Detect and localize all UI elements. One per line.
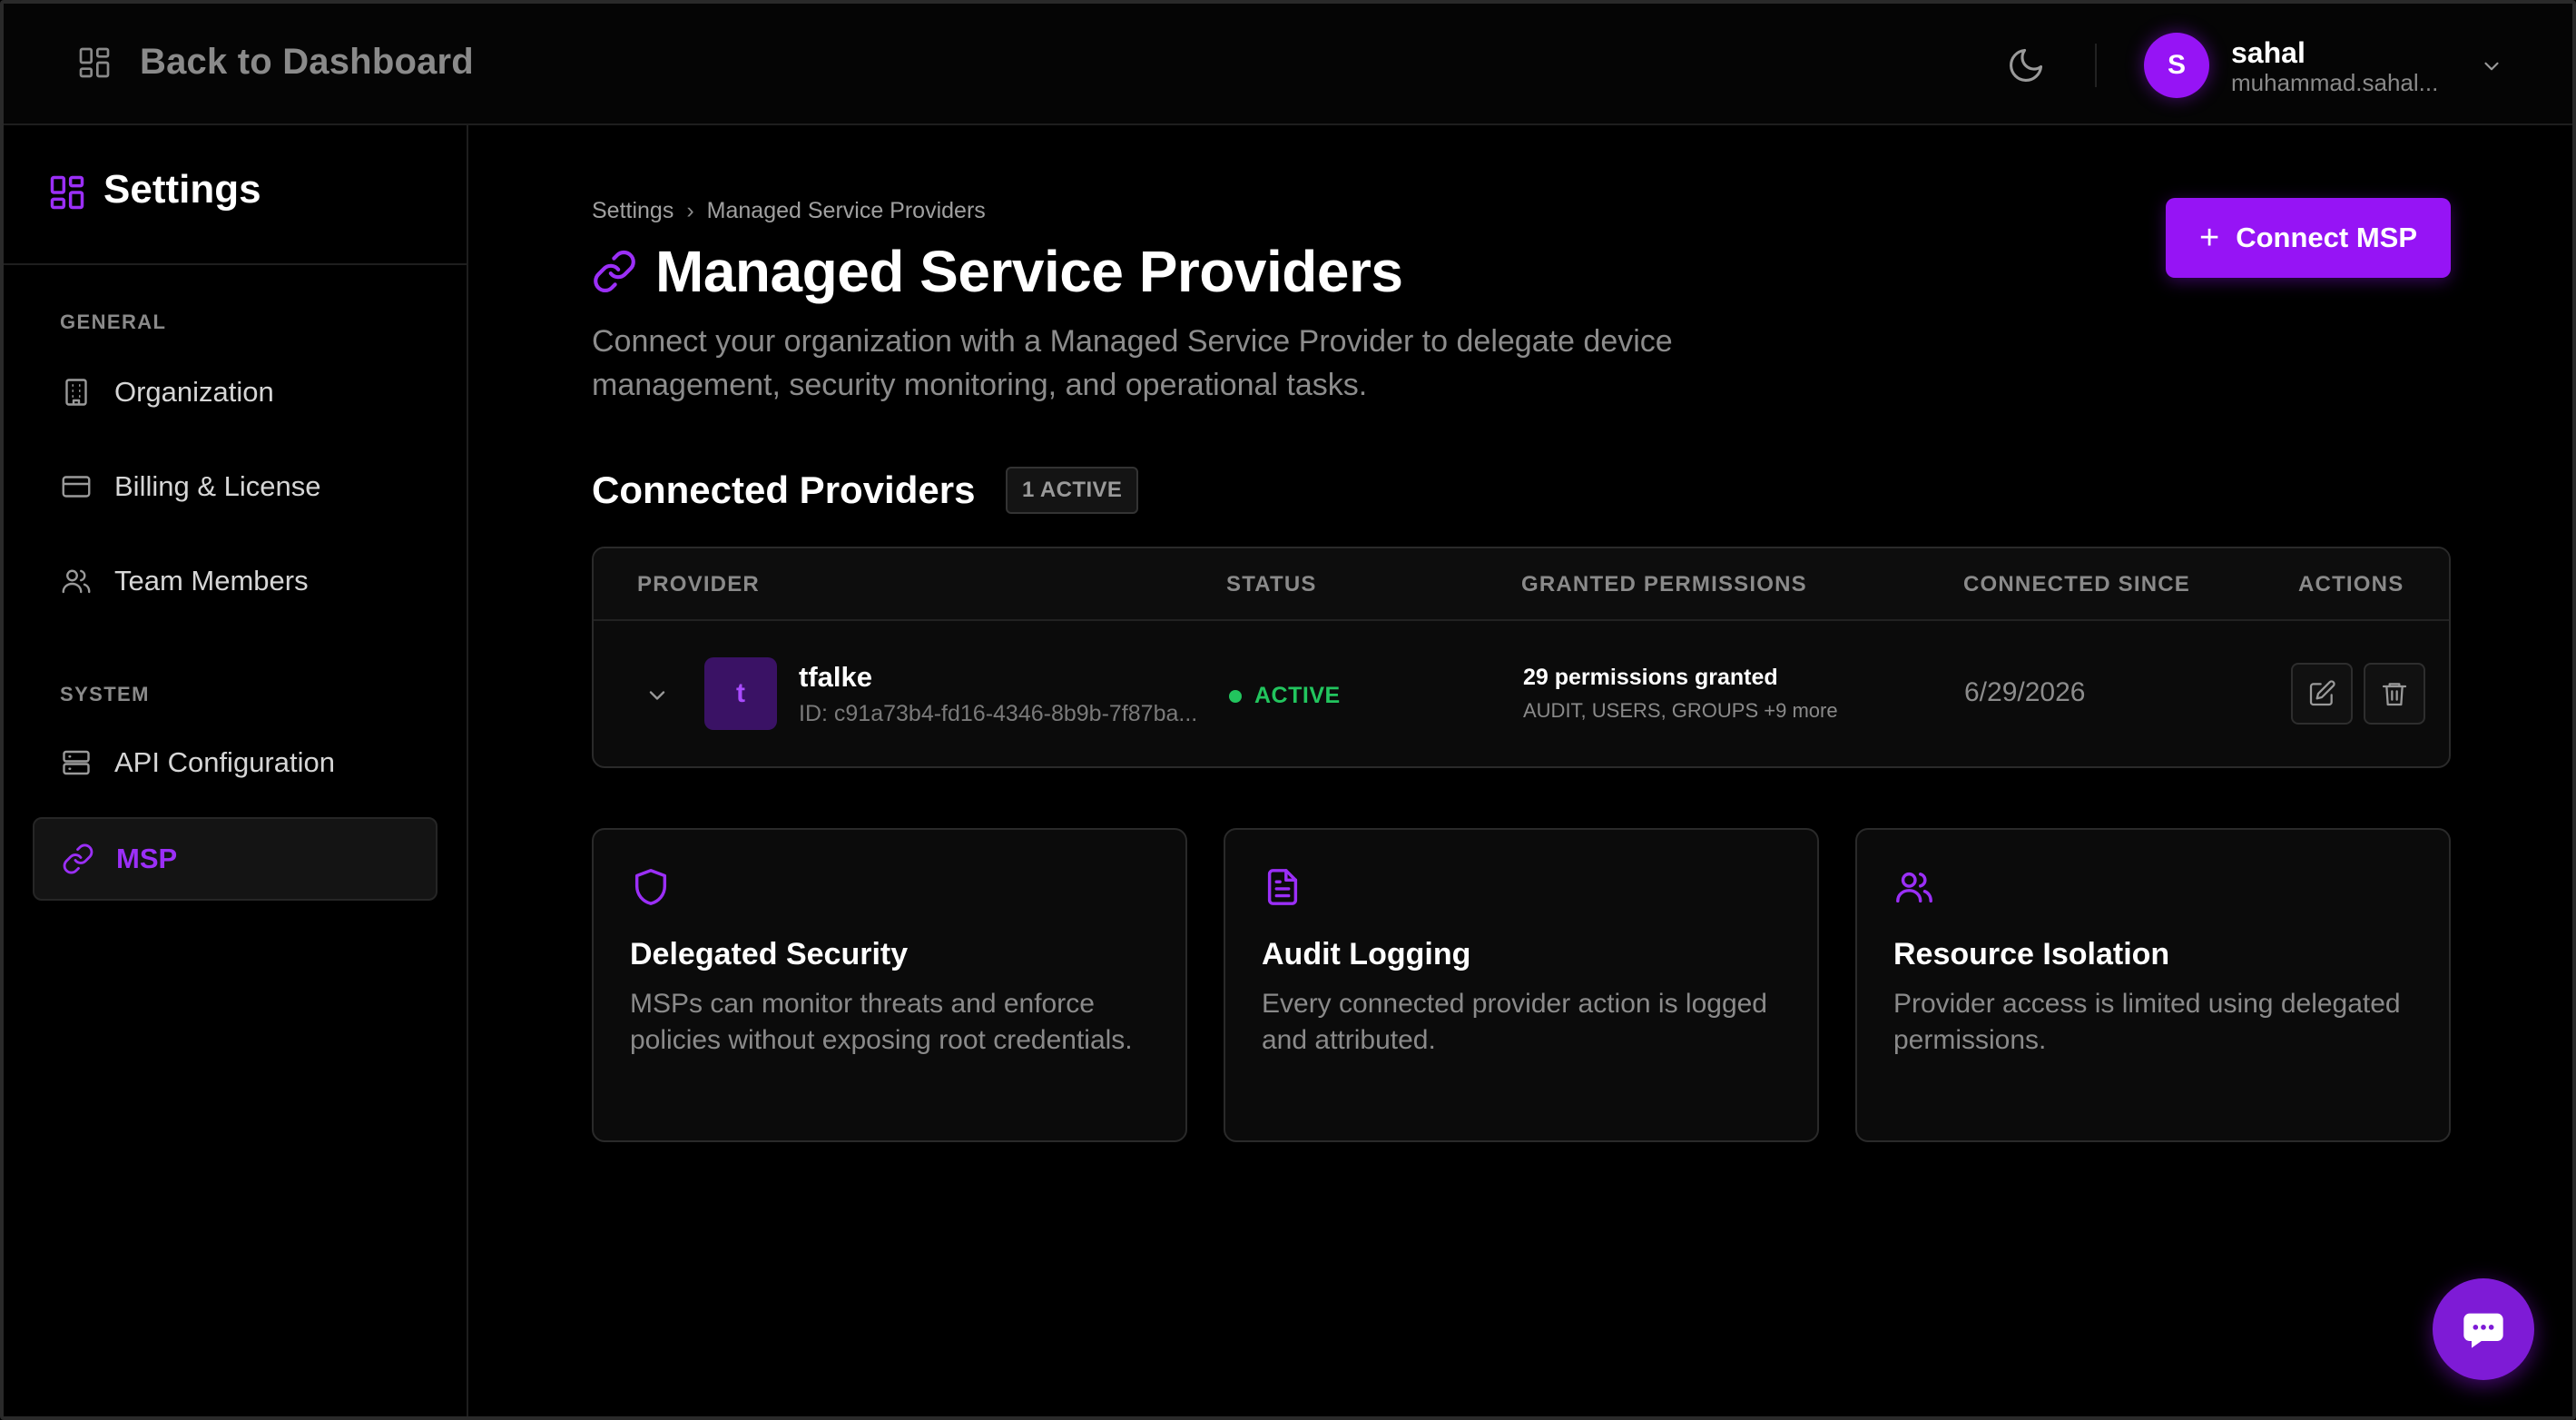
card-text: Provider access is limited using delegat…: [1893, 989, 2401, 1055]
status-dot: [1229, 689, 1242, 703]
delete-button[interactable]: [2364, 663, 2425, 725]
sidebar-section-general: GENERAL: [60, 311, 167, 333]
column-header-provider: PROVIDER: [637, 572, 760, 597]
sidebar-item-team-members[interactable]: Team Members: [33, 539, 438, 623]
user-name[interactable]: sahal: [2231, 36, 2306, 70]
sidebar-item-label: Billing & License: [114, 470, 321, 502]
card-title: Resource Isolation: [1893, 937, 2170, 971]
feature-card-delegated-security: Delegated Security MSPs can monitor thre…: [592, 828, 1187, 1142]
dashboard-grid-icon: [79, 47, 110, 77]
sidebar-item-label: MSP: [116, 843, 178, 874]
sidebar-item-msp[interactable]: MSP: [33, 817, 438, 901]
sidebar-item-label: API Configuration: [114, 746, 335, 778]
connected-providers-title: Connected Providers: [592, 468, 976, 511]
sidebar-item-billing[interactable]: Billing & License: [33, 445, 438, 528]
sidebar-item-api-configuration[interactable]: API Configuration: [33, 721, 438, 804]
page-title: Managed Service Providers: [655, 239, 1403, 304]
status-label: ACTIVE: [1254, 683, 1341, 708]
sidebar-header: Settings: [4, 125, 467, 265]
sidebar-item-label: Team Members: [114, 565, 309, 597]
connect-msp-label: Connect MSP: [2236, 222, 2417, 253]
link-icon: [594, 250, 635, 293]
back-to-dashboard-label: Back to Dashboard: [140, 42, 474, 82]
back-to-dashboard-link[interactable]: Back to Dashboard: [76, 42, 474, 83]
sidebar: Settings GENERAL Organization Billing & …: [4, 125, 468, 1416]
sidebar-item-label: Organization: [114, 376, 274, 408]
feature-card-resource-isolation: Resource Isolation Provider access is li…: [1855, 828, 2451, 1142]
credit-card-icon: [62, 476, 91, 498]
user-avatar[interactable]: S: [2144, 33, 2209, 98]
permissions-detail: AUDIT, USERS, GROUPS +9 more: [1523, 699, 1838, 722]
breadcrumb-settings[interactable]: Settings: [592, 198, 673, 224]
topbar-divider: [2095, 44, 2097, 87]
column-header-status: STATUS: [1226, 572, 1317, 597]
building-icon: [65, 379, 87, 406]
main-content: Settings › Managed Service Providers Man…: [470, 125, 2572, 1416]
connected-since-date: 6/29/2026: [1964, 677, 2086, 707]
active-count-badge: 1 ACTIVE: [1006, 467, 1139, 514]
page-description: Connect your organization with a Managed…: [592, 324, 1673, 402]
users-icon: [1896, 872, 1932, 903]
card-text: Every connected provider action is logge…: [1262, 989, 1767, 1055]
provider-id: ID: c91a73b4-fd16-4346-8b9b-7f87ba...: [799, 701, 1198, 726]
provider-avatar: t: [704, 657, 777, 730]
user-email[interactable]: muhammad.sahal...: [2231, 69, 2458, 97]
providers-table: PROVIDER STATUS GRANTED PERMISSIONS CONN…: [592, 547, 2451, 768]
column-header-actions: ACTIONS: [2298, 572, 2404, 597]
column-header-permissions: GRANTED PERMISSIONS: [1521, 572, 1807, 597]
sidebar-title: Settings: [103, 167, 261, 212]
document-icon: [1267, 869, 1298, 905]
breadcrumb-separator: ›: [686, 198, 694, 223]
table-header: PROVIDER STATUS GRANTED PERMISSIONS CONN…: [594, 548, 2449, 621]
edit-button[interactable]: [2291, 663, 2353, 725]
chat-support-button[interactable]: [2433, 1278, 2534, 1380]
sidebar-section-system: SYSTEM: [60, 683, 150, 705]
settings-grid-icon: [50, 175, 84, 210]
column-header-connected-since: CONNECTED SINCE: [1963, 572, 2191, 597]
chevron-down-icon[interactable]: [2480, 54, 2503, 78]
breadcrumb-current: Managed Service Providers: [706, 198, 986, 223]
link-icon: [63, 843, 93, 874]
chat-bubble-icon: [2463, 1313, 2503, 1348]
theme-toggle-moon-icon[interactable]: [2006, 45, 2046, 85]
provider-name: tfalke: [799, 661, 872, 693]
expand-chevron-icon[interactable]: [644, 683, 670, 708]
connect-msp-button[interactable]: + Connect MSP: [2166, 198, 2451, 278]
edit-icon: [2309, 680, 2335, 706]
plus-icon: +: [2199, 219, 2220, 257]
card-title: Delegated Security: [630, 937, 909, 971]
trash-icon: [2382, 683, 2407, 706]
page-title-row: Managed Service Providers: [592, 238, 1403, 305]
card-title: Audit Logging: [1262, 937, 1471, 971]
server-icon: [63, 750, 90, 775]
feature-card-audit-logging: Audit Logging Every connected provider a…: [1224, 828, 1819, 1142]
breadcrumb: Settings › Managed Service Providers: [592, 198, 986, 224]
app-window: Back to Dashboard S sahal muhammad.sahal…: [0, 0, 2576, 1420]
sidebar-item-organization[interactable]: Organization: [33, 350, 438, 434]
users-icon: [62, 569, 91, 594]
shield-icon: [634, 869, 667, 905]
permissions-count: 29 permissions granted: [1523, 665, 1778, 690]
status-badge: ACTIVE: [1229, 683, 1341, 709]
top-bar: Back to Dashboard S sahal muhammad.sahal…: [4, 4, 2572, 125]
card-text: MSPs can monitor threats and enforce pol…: [630, 989, 1133, 1055]
